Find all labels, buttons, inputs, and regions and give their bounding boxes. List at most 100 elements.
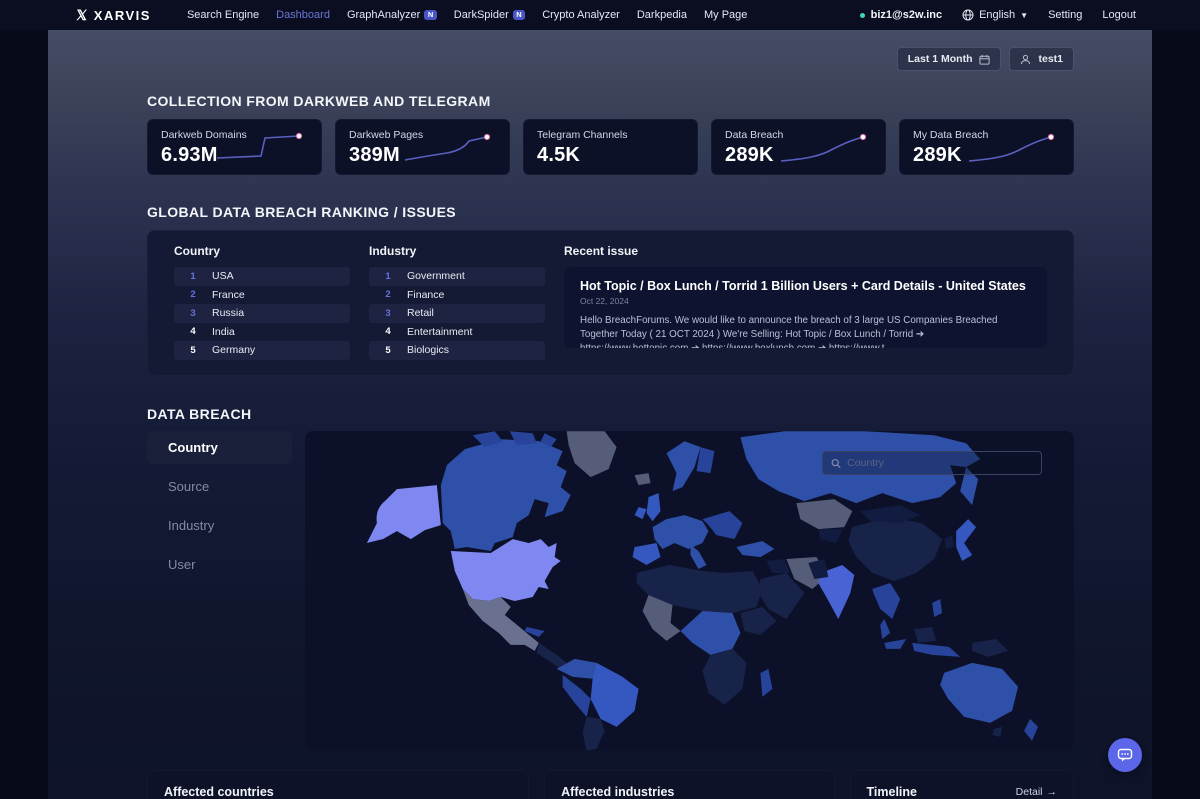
chat-bubble-icon	[1116, 746, 1134, 764]
map-eastern-europe	[702, 511, 742, 539]
setting-link[interactable]: Setting	[1048, 9, 1082, 21]
sparkline-chart	[967, 128, 1063, 166]
map-iraq	[766, 559, 790, 573]
new-badge: N	[513, 10, 525, 21]
map-madagascar	[760, 669, 772, 697]
map-iceland	[635, 473, 651, 485]
stat-card-darkweb-domains[interactable]: Darkweb Domains 6.93M	[147, 119, 322, 175]
data-breach-heading: DATA BREACH	[147, 406, 1074, 422]
timeline-detail-link[interactable]: Detail →	[1016, 786, 1057, 798]
rank-row[interactable]: 2France	[174, 286, 350, 305]
rank-row[interactable]: 3Russia	[174, 304, 350, 323]
recent-issue: Recent issue Hot Topic / Box Lunch / Tor…	[564, 244, 1047, 375]
ranking-panel: Country 1USA 2France 3Russia 4India 5Ger…	[147, 230, 1074, 376]
country-ranking: Country 1USA 2France 3Russia 4India 5Ger…	[174, 244, 350, 375]
map-australia	[940, 663, 1018, 723]
chevron-down-icon: ▼	[1020, 11, 1028, 20]
map-korea	[944, 535, 954, 549]
affected-countries-card: Affected countries	[147, 770, 529, 799]
affected-countries-title: Affected countries	[164, 785, 512, 799]
world-map-svg	[305, 431, 1074, 751]
rank-row[interactable]: 3Retail	[369, 304, 545, 323]
map-alaska	[367, 485, 441, 543]
map-greenland	[567, 431, 617, 477]
issue-body: Hello BreachForums. We would like to ann…	[580, 314, 1031, 348]
account-email: biz1@s2w.inc	[860, 9, 942, 21]
map-borneo	[914, 627, 936, 643]
stat-card-telegram-channels[interactable]: Telegram Channels 4.5K	[523, 119, 698, 175]
nav-item-search-engine[interactable]: Search Engine	[187, 9, 259, 21]
issue-title: Hot Topic / Box Lunch / Torrid 1 Billion…	[580, 279, 1031, 293]
map-southern-africa	[702, 649, 746, 705]
map-tasmania	[992, 727, 1002, 737]
industry-ranking: Industry 1Government 2Finance 3Retail 4E…	[369, 244, 545, 375]
profile-button[interactable]: test1	[1009, 47, 1074, 71]
rank-row[interactable]: 4India	[174, 323, 350, 342]
affected-industries-title: Affected industries	[561, 785, 817, 799]
map-usa	[451, 539, 561, 601]
rank-row[interactable]: 2Finance	[369, 286, 545, 305]
nav-item-my-page[interactable]: My Page	[704, 9, 747, 21]
map-country-search-input[interactable]	[847, 457, 1033, 469]
rank-row[interactable]: 4Entertainment	[369, 323, 545, 342]
logo-text: XARVIS	[94, 8, 151, 23]
tab-source[interactable]: Source	[147, 470, 292, 503]
tab-user[interactable]: User	[147, 548, 292, 581]
recent-issue-card[interactable]: Hot Topic / Box Lunch / Torrid 1 Billion…	[564, 267, 1047, 348]
language-selector[interactable]: English ▼	[962, 9, 1028, 21]
date-range-button[interactable]: Last 1 Month	[897, 47, 1002, 71]
map-country-search[interactable]	[822, 451, 1042, 475]
map-central-america	[537, 643, 567, 669]
industry-ranking-title: Industry	[369, 244, 545, 258]
tab-industry[interactable]: Industry	[147, 509, 292, 542]
stat-card-my-data-breach[interactable]: My Data Breach 289K	[899, 119, 1074, 175]
rank-row[interactable]: 1Government	[369, 267, 545, 286]
filter-row: Last 1 Month test1	[147, 47, 1074, 71]
sparkline-chart	[215, 128, 311, 166]
map-indochina	[872, 583, 900, 639]
map-japan	[956, 519, 976, 561]
rank-row[interactable]: 5Germany	[174, 341, 350, 360]
timeline-title: Timeline	[867, 785, 917, 799]
map-canada	[441, 439, 571, 551]
nav-right: biz1@s2w.inc English ▼ Setting Logout	[860, 9, 1136, 21]
logout-link[interactable]: Logout	[1102, 9, 1136, 21]
arrow-right-icon: →	[1047, 786, 1058, 798]
nav-item-darkpedia[interactable]: Darkpedia	[637, 9, 687, 21]
stat-value: 4.5K	[537, 144, 684, 167]
tab-country[interactable]: Country	[147, 431, 292, 464]
ranking-heading: GLOBAL DATA BREACH RANKING / ISSUES	[147, 204, 1074, 220]
map-central-asia	[818, 529, 842, 543]
bottom-row: Affected countries Affected industries T…	[147, 770, 1074, 799]
new-badge: N	[424, 10, 436, 21]
rank-row[interactable]: 5Biologics	[369, 341, 545, 360]
map-philippines	[932, 599, 942, 617]
sparkline-chart	[403, 128, 499, 166]
globe-icon	[962, 9, 974, 21]
stat-card-data-breach[interactable]: Data Breach 289K	[711, 119, 886, 175]
nav-item-darkspider[interactable]: DarkSpiderN	[454, 9, 525, 21]
nav-item-crypto-analyzer[interactable]: Crypto Analyzer	[542, 9, 620, 21]
world-map[interactable]	[305, 431, 1074, 751]
map-kazakhstan	[796, 499, 852, 529]
nav-menu: Search Engine Dashboard GraphAnalyzerN D…	[187, 9, 860, 21]
map-mongolia	[860, 505, 920, 523]
affected-industries-card: Affected industries	[544, 770, 834, 799]
issue-date: Oct 22, 2024	[580, 296, 1031, 306]
stat-cards: Darkweb Domains 6.93M Darkweb Pages 389M…	[147, 119, 1074, 175]
chat-fab-button[interactable]	[1108, 738, 1142, 772]
user-icon	[1020, 54, 1031, 65]
search-icon	[831, 458, 841, 469]
map-italy	[690, 545, 706, 569]
app-logo[interactable]: 𝕏 XARVIS	[76, 7, 151, 24]
collection-heading: COLLECTION FROM DARKWEB AND TELEGRAM	[147, 93, 1074, 109]
top-nav: 𝕏 XARVIS Search Engine Dashboard GraphAn…	[0, 0, 1200, 30]
nav-item-graphanalyzer[interactable]: GraphAnalyzerN	[347, 9, 437, 21]
map-turkey	[736, 541, 774, 557]
rank-row[interactable]: 1USA	[174, 267, 350, 286]
stat-card-darkweb-pages[interactable]: Darkweb Pages 389M	[335, 119, 510, 175]
sparkline-chart	[779, 128, 875, 166]
map-scandinavia	[667, 441, 701, 491]
stat-label: Telegram Channels	[537, 129, 684, 141]
nav-item-dashboard[interactable]: Dashboard	[276, 9, 330, 21]
